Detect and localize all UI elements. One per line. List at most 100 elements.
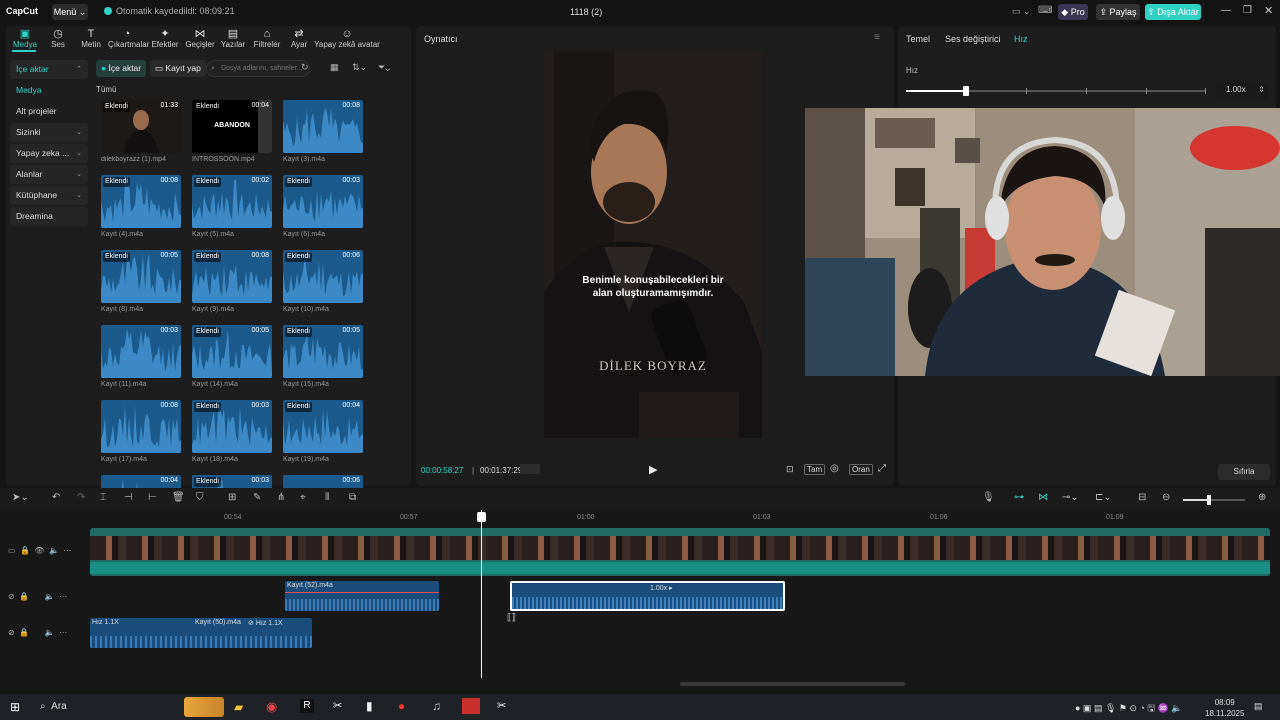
media-item[interactable]: ABANDON Eklendi 00:04 İNTROSSOON.mp4 — [192, 100, 272, 163]
timeline-scrollbar[interactable] — [680, 682, 905, 686]
import-button[interactable]: ● İçe aktar — [96, 60, 147, 77]
sidebar-item-5[interactable]: Alanlar ⌄ — [10, 165, 88, 184]
media-item[interactable]: Eklendi 00:05 Kayıt (14).m4a — [192, 325, 272, 388]
undo-icon[interactable]: ↶ — [52, 492, 60, 503]
full-quality-button[interactable]: Tam — [804, 464, 826, 475]
adjust-frame-icon[interactable]: ⊡ — [786, 464, 794, 475]
sidebar-item-2[interactable]: Alt projeler — [10, 102, 88, 121]
media-item[interactable]: 00:03 Kayıt (11).m4a — [101, 325, 181, 388]
tab-transitions[interactable]: ⋈ Geçişler — [184, 28, 216, 49]
adjust-audio-icon[interactable]: ⋔ — [277, 492, 285, 503]
minimize-icon[interactable]: — — [1221, 5, 1231, 16]
audio-clip-52[interactable]: Kayıt (52).m4a — [285, 581, 439, 611]
microphone-icon[interactable]: 🎙 — [982, 492, 995, 503]
search-input[interactable]: ⌕ Dosya adlarını, sahneler... — [206, 60, 310, 77]
play-button[interactable]: ▶ — [649, 463, 657, 476]
tab-filters[interactable]: ⌂ Filtreler — [250, 28, 284, 49]
timecode-format-icon[interactable] — [520, 464, 540, 474]
fit-icon[interactable]: ⊟ — [1138, 492, 1146, 503]
app-video-icon[interactable] — [462, 698, 480, 714]
freeze-icon[interactable]: ⦀ — [325, 492, 329, 503]
maximize-icon[interactable]: ❐ — [1243, 5, 1252, 16]
clock[interactable]: 08:09 18.11.2025 — [1205, 697, 1244, 719]
app-mic2-icon[interactable]: ♫ — [432, 699, 441, 713]
record-button[interactable]: ▭ Kayıt yap — [150, 60, 206, 77]
media-item[interactable]: Eklendi 00:02 Kayıt (5).m4a — [192, 175, 272, 238]
zoom-slider[interactable] — [1183, 495, 1245, 505]
media-item[interactable]: Eklendi 00:05 Kayıt (8).m4a — [101, 250, 181, 313]
tab-voice-changer[interactable]: Ses değiştirici — [945, 34, 1001, 44]
pro-button[interactable]: ◆ Pro — [1058, 4, 1088, 20]
media-item[interactable]: Eklendi 00:03 Kayıt (6).m4a — [283, 175, 363, 238]
tab-speed[interactable]: Hız — [1014, 34, 1028, 44]
timeline-ruler[interactable]: 00:54 00:57 01:00 01:03 01:06 01:09 — [0, 510, 1280, 524]
speed-slider-handle[interactable] — [963, 86, 969, 96]
shield-icon[interactable]: ⛉ — [196, 492, 204, 503]
tab-media[interactable]: ▣ Medya — [10, 28, 40, 49]
main-track-magnet-icon[interactable]: ⊶ — [1014, 492, 1024, 503]
linkage-icon[interactable]: ⊸⌄ — [1062, 492, 1079, 503]
tab-adjust[interactable]: ⇄ Ayar — [286, 28, 312, 49]
media-item[interactable]: Eklendi 00:06 Kayıt (10).m4a — [283, 250, 363, 313]
sidebar-item-7[interactable]: Dreamina — [10, 207, 88, 226]
grid-view-icon[interactable]: ▦ — [330, 62, 339, 73]
redo-icon[interactable]: ↷ — [77, 492, 85, 503]
export-button[interactable]: ⇧ Dışa Aktar — [1145, 4, 1201, 20]
zoom-out-icon[interactable]: ⊖ — [1162, 492, 1170, 503]
auto-snap-icon[interactable]: ⋈ — [1038, 492, 1048, 503]
tab-text[interactable]: T Metin — [76, 28, 106, 49]
sidebar-item-6[interactable]: Kütüphane ⌄ — [10, 186, 88, 205]
ratio-button[interactable]: Oran — [849, 464, 873, 475]
share-button[interactable]: ⇪ Paylaş — [1096, 4, 1140, 20]
media-item[interactable]: 00:08 Kayıt (3).m4a — [283, 100, 363, 163]
snapshot-icon[interactable]: ◎ — [830, 463, 839, 474]
capcut-taskbar-icon-2[interactable]: ✂ — [497, 699, 506, 712]
delete-icon[interactable]: 🗑 — [172, 492, 185, 503]
tab-ai-avatar[interactable]: ☺ Yapay zekâ avatar — [312, 28, 382, 49]
audio-clip-selected[interactable]: 1.00x ▸ — [510, 581, 785, 611]
sidebar-item-1[interactable]: Medya — [10, 81, 88, 100]
tab-audio[interactable]: ◷ Ses — [44, 28, 72, 49]
speed-value-input[interactable]: 1.00x ⇕ — [1216, 82, 1268, 98]
zoom-in-icon[interactable]: ⊕ — [1258, 492, 1266, 503]
refresh-icon[interactable]: ↻ — [301, 62, 309, 73]
close-icon[interactable]: ✕ — [1264, 4, 1273, 17]
fullscreen-icon[interactable]: ⤢ — [878, 463, 886, 474]
trim-right-icon[interactable]: ⊢ — [148, 492, 157, 503]
menu-button[interactable]: Menü ⌄ — [52, 4, 88, 20]
media-item[interactable]: Eklendi 00:04 Kayıt (19).m4a — [283, 400, 363, 463]
widgets-icon[interactable] — [184, 697, 224, 717]
tab-sticker[interactable]: ◔ Çıkartmalar — [108, 28, 149, 49]
main-video-clip[interactable] — [90, 528, 1270, 576]
media-item[interactable]: Eklendi 01:33 dilekboyrazz (1).mp4 — [101, 100, 181, 163]
tab-captions[interactable]: ▤ Yazılar — [217, 28, 249, 49]
sidebar-item-4[interactable]: Yapay zeka ... ⌄ — [10, 144, 88, 163]
taskbar-search[interactable]: ⌕ Ara — [40, 701, 67, 712]
media-item[interactable]: Eklendi 00:05 Kayıt (15).m4a — [283, 325, 363, 388]
tray-icons[interactable]: ● ▣ ▤ 🎙 ⚑ ⊙ ◔ 🖫 ♒ 🔈 — [1075, 701, 1183, 717]
notifications-icon[interactable]: ▤ — [1254, 701, 1263, 712]
media-item[interactable]: Eklendi 00:03 Kayıt (18).m4a — [192, 400, 272, 463]
tab-effects[interactable]: ✦ Efektler — [148, 28, 182, 49]
ai-magic-icon[interactable]: ✎ — [253, 492, 261, 503]
sidebar-item-0[interactable]: İçe aktar ⌃ — [10, 60, 88, 79]
media-item[interactable]: Eklendi 00:08 Kayıt (4).m4a — [101, 175, 181, 238]
file-explorer-icon[interactable]: ▰ — [234, 700, 243, 714]
media-item[interactable]: Eklendi 00:08 Kayıt (9).m4a — [192, 250, 272, 313]
media-item[interactable]: 00:08 Kayıt (17).m4a — [101, 400, 181, 463]
windows-start-icon[interactable]: ⊞ — [10, 700, 20, 714]
crop-icon[interactable]: ⧉ — [349, 492, 356, 503]
ai-tool-icon[interactable]: ⊞ — [228, 492, 236, 503]
chrome-icon[interactable]: ◉ — [266, 699, 277, 715]
shortcut-icon[interactable]: ⌨ — [1038, 5, 1052, 16]
sort-icon[interactable]: ⇅⌄ — [352, 62, 367, 73]
trim-left-icon[interactable]: ⊣ — [124, 492, 133, 503]
capcut-taskbar-icon[interactable]: ✂ — [333, 699, 342, 712]
playhead[interactable] — [477, 510, 486, 678]
mic-app-icon[interactable]: ▮ — [366, 699, 373, 713]
tab-basic[interactable]: Temel — [906, 34, 930, 44]
sidebar-item-3[interactable]: Sizinki ⌄ — [10, 123, 88, 142]
split-icon[interactable]: ⌶ — [100, 492, 106, 503]
select-tool-icon[interactable]: ➤⌄ — [12, 492, 29, 503]
speed-slider[interactable] — [906, 86, 1206, 96]
